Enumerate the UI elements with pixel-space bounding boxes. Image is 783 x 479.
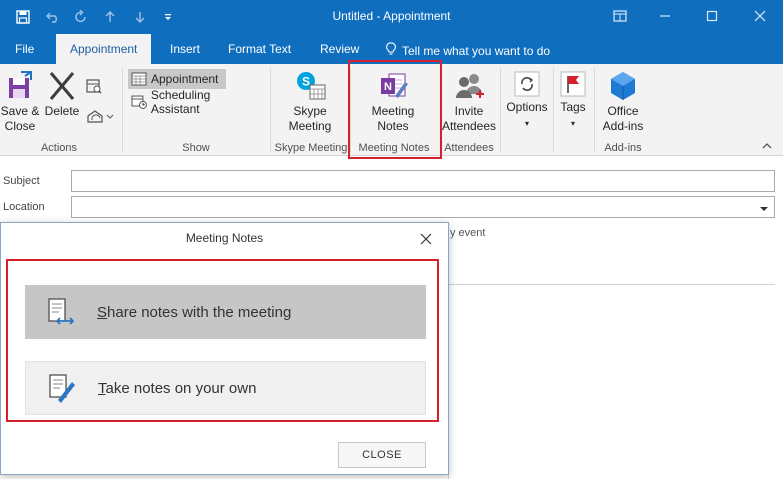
tab-file[interactable]: File bbox=[15, 42, 34, 56]
location-input[interactable] bbox=[71, 196, 775, 218]
addins-label-1: Office bbox=[607, 104, 639, 118]
group-attendees-label: Attendees bbox=[444, 142, 494, 154]
attendees-icon bbox=[456, 74, 484, 98]
chevron-down-icon: ▾ bbox=[524, 119, 529, 128]
options-icon bbox=[514, 71, 540, 97]
save-close-label-1: Save & bbox=[0, 104, 40, 118]
minimize-icon[interactable] bbox=[653, 6, 677, 26]
group-skype-label: Skype Meeting bbox=[274, 142, 348, 154]
maximize-icon[interactable] bbox=[700, 6, 724, 26]
save-close-label-2: Close bbox=[4, 119, 36, 133]
scheduling-assistant-label: Scheduling Assistant bbox=[150, 88, 211, 116]
invite-label-1: Invite bbox=[454, 104, 484, 118]
chevron-down-icon: ▾ bbox=[570, 119, 575, 128]
title-bar: Untitled - Appointment bbox=[0, 0, 783, 34]
calendar-view-icon[interactable] bbox=[86, 78, 104, 96]
options-highlight bbox=[6, 259, 439, 422]
skype-label-2: Meeting bbox=[288, 119, 332, 133]
separator bbox=[122, 68, 123, 152]
options-button[interactable]: Options ▾ bbox=[503, 70, 551, 131]
meeting-notes-highlight bbox=[348, 60, 442, 159]
show-appointment-label: Appointment bbox=[151, 72, 219, 86]
office-addins-button[interactable]: Office Add-ins bbox=[598, 70, 648, 134]
all-day-event-label: y event bbox=[450, 227, 486, 239]
collapse-ribbon-icon[interactable] bbox=[761, 140, 775, 154]
group-actions-label: Actions bbox=[40, 142, 78, 154]
tab-review[interactable]: Review bbox=[320, 42, 359, 56]
addins-label-2: Add-ins bbox=[602, 119, 644, 133]
tab-format-text[interactable]: Format Text bbox=[228, 42, 291, 56]
appointment-body[interactable] bbox=[448, 284, 775, 479]
delete-button[interactable]: Delete bbox=[44, 70, 80, 119]
tab-appointment[interactable]: Appointment bbox=[56, 34, 152, 65]
skype-label-1: Skype bbox=[293, 104, 327, 118]
office-addins-icon bbox=[611, 72, 635, 100]
delete-icon bbox=[49, 72, 75, 100]
invite-label-2: Attendees bbox=[441, 119, 497, 133]
dialog-close-icon[interactable] bbox=[416, 229, 436, 249]
tell-me-label: Tell me what you want to do bbox=[402, 43, 551, 58]
scheduling-icon bbox=[131, 95, 147, 109]
dialog-title: Meeting Notes bbox=[185, 231, 264, 245]
skype-meeting-button[interactable]: S Skype Meeting bbox=[280, 70, 340, 134]
flag-icon bbox=[560, 71, 586, 97]
skype-icon: S bbox=[297, 72, 326, 100]
save-close-button[interactable]: Save & Close bbox=[0, 70, 40, 134]
tab-insert[interactable]: Insert bbox=[170, 42, 200, 56]
scheduling-assistant-button[interactable]: Scheduling Assistant bbox=[128, 88, 264, 116]
group-show-label: Show bbox=[182, 142, 210, 154]
subject-input[interactable] bbox=[71, 170, 775, 192]
options-label: Options bbox=[506, 100, 548, 114]
separator bbox=[270, 68, 271, 152]
show-appointment-button[interactable]: Appointment bbox=[128, 69, 226, 89]
lightbulb-icon bbox=[386, 42, 396, 59]
dialog-close-button[interactable]: CLOSE bbox=[338, 442, 426, 468]
location-label: Location bbox=[3, 201, 45, 213]
tell-me-search[interactable]: Tell me what you want to do bbox=[386, 42, 550, 59]
svg-text:S: S bbox=[302, 75, 310, 89]
subject-label: Subject bbox=[3, 175, 40, 187]
tags-label: Tags bbox=[560, 100, 586, 114]
tags-button[interactable]: Tags ▾ bbox=[554, 70, 592, 131]
invite-attendees-button[interactable]: Invite Attendees bbox=[440, 70, 498, 134]
separator bbox=[594, 68, 595, 152]
close-icon[interactable] bbox=[748, 6, 772, 26]
chevron-down-icon[interactable] bbox=[759, 202, 769, 216]
group-addins-label: Add-ins bbox=[604, 142, 642, 154]
restore-ribbon-icon[interactable] bbox=[608, 6, 632, 26]
delete-label: Delete bbox=[44, 104, 80, 118]
forward-icon[interactable] bbox=[86, 108, 116, 126]
save-close-icon bbox=[9, 71, 32, 98]
separator bbox=[500, 68, 501, 152]
calendar-icon bbox=[131, 72, 147, 86]
